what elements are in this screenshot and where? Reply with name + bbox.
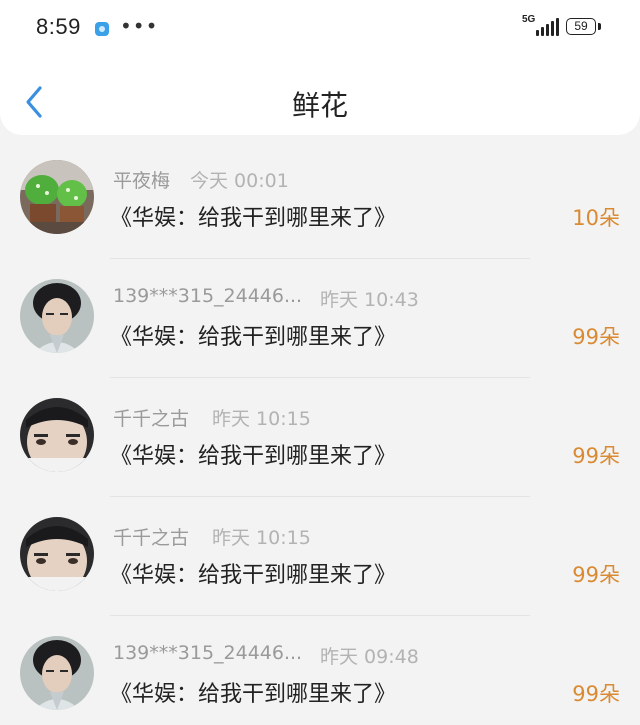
flower-count: 99朵 [572,325,620,349]
message-text: 《华娱：给我干到哪里来了》 [110,444,397,469]
sender-name: 139***315_24446... [113,642,303,664]
sender-name: 平夜梅 [113,170,171,192]
sender-name: 千千之古 [113,527,190,549]
status-bar: 8:59 ••• 5G 59 [0,0,640,58]
sender-name: 139***315_24446... [113,285,303,307]
timestamp: 昨天 10:43 [320,289,419,311]
sender-name: 千千之古 [113,408,190,430]
list-item[interactable]: 平夜梅 今天 00:01 《华娱：给我干到哪里来了》 10朵 [0,140,640,259]
network-type: 5G [522,14,536,25]
message-text: 《华娱：给我干到哪里来了》 [110,206,397,231]
list-item[interactable]: 千千之古 昨天 10:15 《华娱：给我干到哪里来了》 99朵 [0,378,640,497]
more-notifications-icon: ••• [120,14,159,38]
flower-count: 99朵 [572,444,620,468]
timestamp: 昨天 10:15 [212,408,311,430]
avatar[interactable] [20,398,94,472]
message-text: 《华娱：给我干到哪里来了》 [110,325,397,350]
avatar-closeup-image [20,517,94,591]
flower-count: 99朵 [572,563,620,587]
list-item[interactable]: 139***315_24446... 昨天 10:43 《华娱：给我干到哪里来了… [0,259,640,378]
battery-icon: 59 [566,18,596,35]
avatar[interactable] [20,636,94,710]
avatar[interactable] [20,279,94,353]
avatar[interactable] [20,160,94,234]
battery-tip [598,23,601,30]
screen: 8:59 ••• 5G 59 鲜花 平夜梅 今天 00:01 《华娱：给我干到哪… [0,0,640,725]
signal-icon: 5G [522,14,560,38]
app-notification-icon [95,22,109,36]
avatar-portrait-image [20,279,94,353]
page-title: 鲜花 [291,89,348,122]
timestamp: 昨天 09:48 [320,646,419,668]
flower-count: 99朵 [572,682,620,706]
header-card: 8:59 ••• 5G 59 鲜花 [0,0,640,135]
signal-bars [536,16,560,38]
avatar-cupcake-image [20,160,94,234]
status-time: 8:59 [36,14,81,39]
avatar-portrait-image [20,636,94,710]
flower-list: 平夜梅 今天 00:01 《华娱：给我干到哪里来了》 10朵 139***315… [0,140,640,725]
timestamp: 昨天 10:15 [212,527,311,549]
list-item[interactable]: 千千之古 昨天 10:15 《华娱：给我干到哪里来了》 99朵 [0,497,640,616]
list-item[interactable]: 139***315_24446... 昨天 09:48 《华娱：给我干到哪里来了… [0,616,640,725]
message-text: 《华娱：给我干到哪里来了》 [110,682,397,707]
avatar[interactable] [20,517,94,591]
flower-count: 10朵 [572,206,620,230]
message-text: 《华娱：给我干到哪里来了》 [110,563,397,588]
avatar-closeup-image [20,398,94,472]
timestamp: 今天 00:01 [190,170,289,192]
